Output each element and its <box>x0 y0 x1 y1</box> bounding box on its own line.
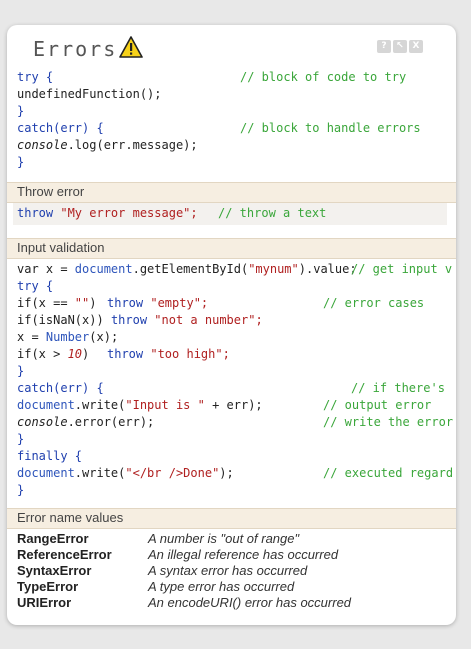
code-line: finally { <box>17 449 83 463</box>
code-comment: // throw a text <box>218 206 327 220</box>
code-line: var x = document.getElementById("mynum")… <box>17 261 357 278</box>
page-title: Errors <box>33 37 118 61</box>
code-keyword: throw <box>107 347 144 361</box>
code-comment: // block of code to try <box>240 70 407 84</box>
code-number: 10 <box>67 347 83 361</box>
code-string: "empty"; <box>150 296 209 310</box>
code-object: console <box>17 138 68 152</box>
error-description: An encodeURI() error has occurred <box>148 595 352 610</box>
code-comment: // block to handle errors <box>240 121 421 135</box>
code-line: } <box>17 483 25 497</box>
code-line: document.write("Input is " + err); <box>17 397 263 414</box>
error-description: A type error has occurred <box>148 579 295 594</box>
section-title: Throw error <box>17 184 85 199</box>
code-line: if(x > 10) <box>17 346 89 363</box>
code-string: "" <box>74 296 90 310</box>
code-line: } <box>17 432 25 446</box>
code-text: .log(err.message); <box>67 138 198 152</box>
code-string: "Input is " <box>125 398 205 412</box>
error-description: An illegal reference has occurred <box>148 547 339 562</box>
code-string: "not a number"; <box>154 313 263 327</box>
code-line: try { <box>17 279 54 293</box>
code-string: "</br />Done" <box>125 466 220 480</box>
code-comment: // error cases <box>323 296 425 310</box>
code-keyword: throw <box>110 313 148 327</box>
code-text: ).value; <box>298 262 357 276</box>
code-function: Number <box>45 330 90 344</box>
code-comment: // executed regard <box>323 466 454 480</box>
code-line: try { <box>17 69 53 86</box>
error-description: A syntax error has occurred <box>148 563 308 578</box>
code-text: .write( <box>74 398 126 412</box>
code-line: } <box>17 364 25 378</box>
code-keyword: throw <box>17 206 54 220</box>
code-line: if(x == "") <box>17 295 96 312</box>
code-object: document <box>17 398 75 412</box>
code-text: .write( <box>74 466 126 480</box>
code-comment: // get input v <box>351 262 453 276</box>
code-line: throw "too high"; <box>107 346 230 363</box>
window-controls: ? ↖ X <box>377 40 423 53</box>
section-title: Error name values <box>17 510 124 525</box>
error-name: URIError <box>17 595 72 610</box>
code-text: ) <box>82 347 90 361</box>
code-string: "mynum" <box>248 262 299 276</box>
code-line: } <box>17 104 25 118</box>
code-comment: // write the error <box>323 415 454 429</box>
code-line: catch(err) { <box>17 121 104 135</box>
code-line: throw "My error message"; <box>17 205 198 222</box>
code-line: throw "empty"; <box>107 295 208 312</box>
code-keyword: try { <box>17 70 54 84</box>
close-icon[interactable]: X <box>409 40 423 53</box>
code-text: ) <box>89 296 97 310</box>
code-comment: // output error <box>323 398 432 412</box>
code-text: if(x > <box>17 347 68 361</box>
code-line: x = Number(x); <box>17 329 118 346</box>
section-title: Input validation <box>17 240 105 255</box>
code-comment: // if there's <box>351 381 445 395</box>
code-line: } <box>17 155 25 169</box>
code-string: "My error message"; <box>60 206 198 220</box>
code-text: x = <box>17 330 46 344</box>
code-line: console.log(err.message); <box>17 137 198 154</box>
popout-icon[interactable]: ↖ <box>393 40 407 53</box>
error-name: ReferenceError <box>17 547 112 562</box>
code-line: document.write("</br />Done"); <box>17 465 234 482</box>
code-text: if(x == <box>17 296 75 310</box>
warning-icon <box>119 36 143 58</box>
code-text: ); <box>219 466 234 480</box>
code-text: .getElementById( <box>132 262 249 276</box>
code-text: if(isNaN(x)) <box>17 313 104 327</box>
code-line: catch(err) { <box>17 381 104 395</box>
error-name: TypeError <box>17 579 79 594</box>
code-string: "too high"; <box>150 347 230 361</box>
help-icon[interactable]: ? <box>377 40 391 53</box>
code-text: + err); <box>204 398 263 412</box>
code-object: document <box>74 262 133 276</box>
code-line: undefinedFunction(); <box>17 87 162 101</box>
code-line: console.error(err); <box>17 414 154 431</box>
error-name: RangeError <box>17 531 89 546</box>
code-text: .error(err); <box>67 415 155 429</box>
code-text: (x); <box>89 330 119 344</box>
code-object: console <box>17 415 68 429</box>
error-description: A number is "out of range" <box>148 531 300 546</box>
code-text: var x = <box>17 262 75 276</box>
code-line: if(isNaN(x)) throw "not a number"; <box>17 312 263 329</box>
code-keyword: throw <box>107 296 144 310</box>
error-name: SyntaxError <box>17 563 92 578</box>
code-object: document <box>17 466 75 480</box>
